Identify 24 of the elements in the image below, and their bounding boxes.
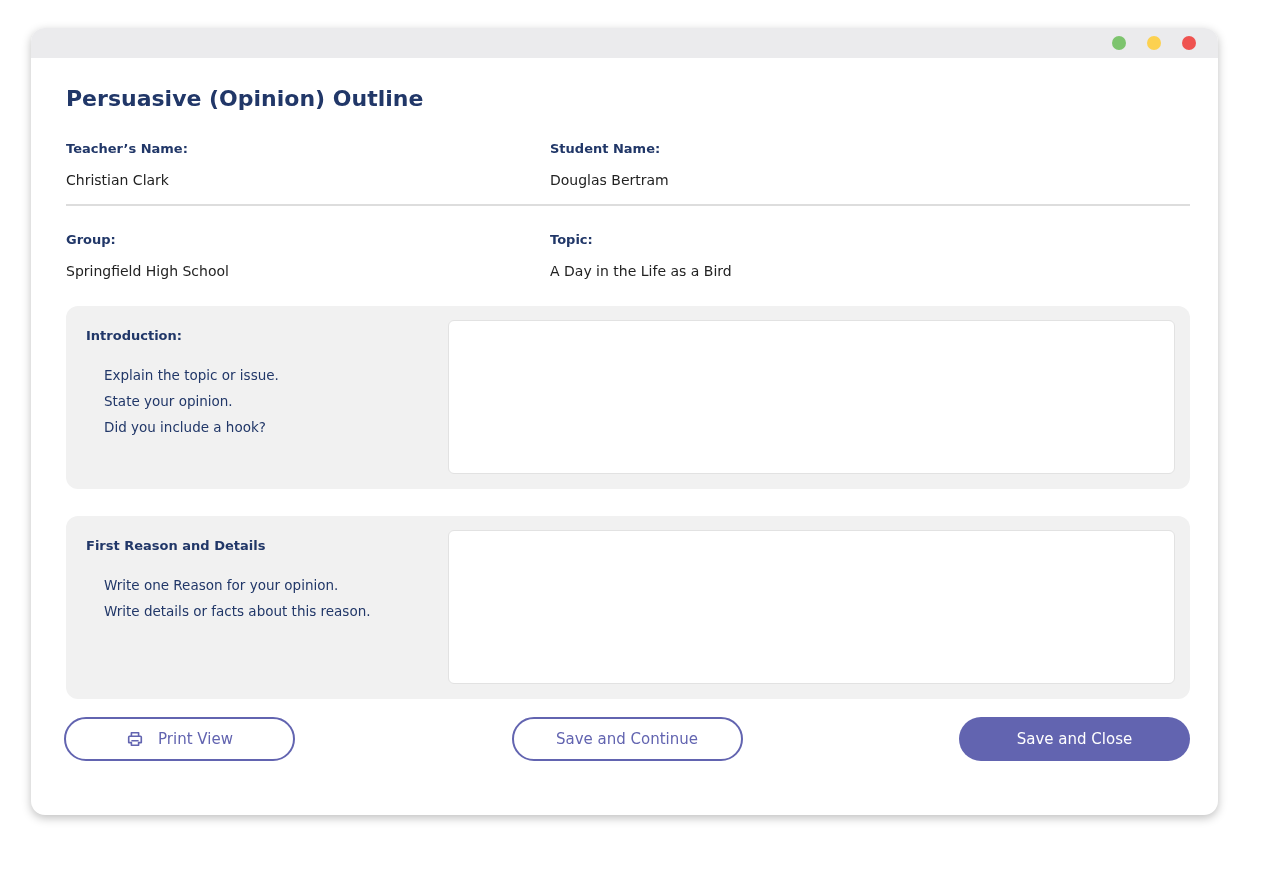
prompt-text: Write one Reason for your opinion.	[104, 577, 340, 593]
section-heading: Introduction:	[86, 328, 183, 343]
field-value: Douglas Bertram	[550, 172, 670, 188]
window-control-dot[interactable]	[1147, 36, 1161, 50]
window-control-dot[interactable]	[1112, 36, 1126, 50]
field-label: Teacher’s Name:	[66, 141, 189, 156]
field-label: Topic:	[550, 232, 594, 247]
answer-box[interactable]	[448, 320, 1175, 474]
prompt-text: Did you include a hook?	[104, 419, 267, 435]
field-label: Student Name:	[550, 141, 662, 156]
outline-button[interactable]: Print View	[64, 717, 295, 761]
outline-button[interactable]: Save and Continue	[511, 717, 743, 761]
prompt-text: Explain the topic or issue.	[104, 367, 280, 383]
answer-box[interactable]	[448, 530, 1175, 684]
field-value: Christian Clark	[66, 172, 170, 188]
field-label: Group:	[66, 232, 117, 247]
section-heading: First Reason and Details	[86, 538, 267, 553]
window-control-dot[interactable]	[1182, 36, 1196, 50]
prompt-text: State your opinion.	[104, 393, 234, 409]
page-title: Persuasive (Opinion) Outline	[66, 86, 425, 111]
prompt-text: Write details or facts about this reason.	[104, 603, 372, 619]
field-value: Springfield High School	[66, 263, 230, 279]
field-value: A Day in the Life as a Bird	[550, 263, 733, 279]
save-button[interactable]: Save and Close	[959, 717, 1190, 761]
